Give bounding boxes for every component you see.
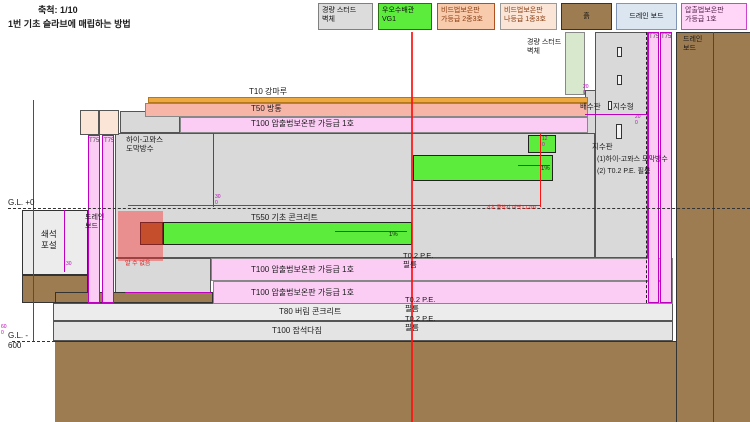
label-membrane-left: 하이-고뫄스 도막방수 — [126, 135, 163, 154]
dim-200-wall: 20 0 — [635, 115, 641, 126]
sewer-pipe-main — [163, 222, 412, 245]
label-gravel: T100 잡석다짐 — [272, 326, 322, 336]
soil-joint-line — [713, 32, 714, 422]
annotation-unknown: 알 수 없음 — [125, 261, 150, 269]
sewer-pipe-upper — [413, 155, 553, 181]
mortar-band — [145, 103, 588, 117]
label-t75-left-1: T75 — [89, 138, 99, 146]
legend-item-soil: 흙 — [561, 3, 612, 30]
floor-insulation-band — [180, 117, 588, 133]
label-ground-level: G.L. +0 — [8, 198, 34, 208]
label-waterstop: 지수판 — [592, 142, 613, 151]
lean-concrete-band — [53, 303, 673, 321]
legend-item-sewer-pipe: 우오수배관 VG1 — [378, 3, 432, 30]
annotation-excavation-margin: 기초 굴착지 여백 L1200 — [486, 206, 536, 212]
label-drain-panel: 배수판 — [580, 102, 601, 111]
waterstop-icon — [608, 101, 612, 110]
waterstop-3 — [616, 124, 622, 139]
dim-120: 12 0 — [542, 137, 548, 148]
issue-highlight-box — [118, 211, 163, 261]
label-drain-board-left: 드레인 보드 — [85, 214, 104, 232]
legend-item-bead-insulation-b: 비드법보온판 나등급 1종3호 — [500, 3, 557, 30]
dim-300: 30 0 — [215, 195, 221, 206]
red-horizontal-line — [128, 205, 540, 206]
label-foundation-concrete: T550 기초 콘크리트 — [251, 213, 318, 223]
label-crushed-stone: 쇄석 포설 — [41, 229, 57, 250]
label-pe-film-3: T0.2 P.E. 필름 — [405, 314, 435, 333]
dim-line-underslab — [125, 292, 211, 293]
label-t75-left-2: T75 — [104, 138, 114, 146]
label-note-1: (1)하이-고뫄스 도막방수 — [597, 156, 668, 165]
dim-line-stone — [64, 210, 65, 272]
label-slope-main: 1% — [389, 232, 398, 240]
waterstop-1 — [617, 47, 622, 57]
dim-line-slab — [213, 133, 214, 207]
label-underslab-insulation-2: T100 압출법보온판 가등급 1호 — [251, 288, 354, 298]
label-stud-wall: 경량 스터드 벽체 — [527, 39, 561, 57]
dim-30: 30 — [66, 262, 72, 268]
label-floor-insulation: T100 압출법보온판 가등급 1호 — [251, 119, 354, 129]
drawing-scale: 축척: 1/10 — [38, 5, 78, 16]
label-slope-upper: 1% — [541, 166, 550, 174]
label-ground-minus: G.L. - 600 — [8, 331, 28, 351]
legend-item-drain-board: 드레인 보드 — [616, 3, 677, 30]
soil-bottom — [55, 341, 750, 422]
label-note-2: (2) T0.2 P.E. 필름 — [597, 168, 650, 177]
label-drain-board-right: 드레인 보드 — [683, 36, 702, 54]
dim-200-top: 20 0 — [583, 85, 589, 96]
legend-item-xps-insulation: 압출법보온판 가등급 1호 — [681, 3, 747, 30]
construction-detail-drawing: 축척: 1/10 1번 기초 슬라브에 매립하는 방법 경량 스터드 벽체 우오… — [0, 0, 750, 422]
label-pe-film-1: T0.2 P.E. 필름 — [403, 251, 433, 270]
soil-left-strip — [55, 292, 213, 303]
label-wood-flooring: T10 강마루 — [249, 87, 287, 97]
stud-wall-strip — [565, 32, 585, 95]
label-underslab-insulation-1: T100 압출법보온판 가등급 1호 — [251, 265, 354, 275]
label-mortar: T50 방통 — [251, 104, 282, 114]
gravel-band — [53, 321, 673, 341]
dim-line-left-height — [33, 100, 34, 341]
legend-item-bead-insulation-a: 비드법보온판 가등급 2종3호 — [437, 3, 495, 30]
page-title: 1번 기초 슬라브에 매립하는 방법 — [8, 19, 131, 30]
ground-level-line — [8, 208, 750, 209]
label-t75-right-1: T75 — [649, 34, 659, 42]
left-insulation-cap-1 — [80, 110, 99, 135]
label-lean-concrete: T80 버림 콘크리트 — [279, 307, 341, 317]
label-pe-film-2: T0.2 P.E. 필름 — [405, 295, 435, 314]
right-insulation-strip-2 — [660, 32, 672, 303]
legend-item-stud-wall: 경량 스터드 벽체 — [318, 3, 373, 30]
left-insulation-cap-2 — [99, 110, 119, 135]
dim-600: 60 0 — [1, 325, 7, 336]
label-waterstop-type: 지수형 — [613, 102, 634, 111]
red-vertical-line-main — [411, 32, 413, 422]
label-t75-right-2: T75 — [661, 34, 671, 42]
waterstop-2 — [617, 75, 622, 85]
